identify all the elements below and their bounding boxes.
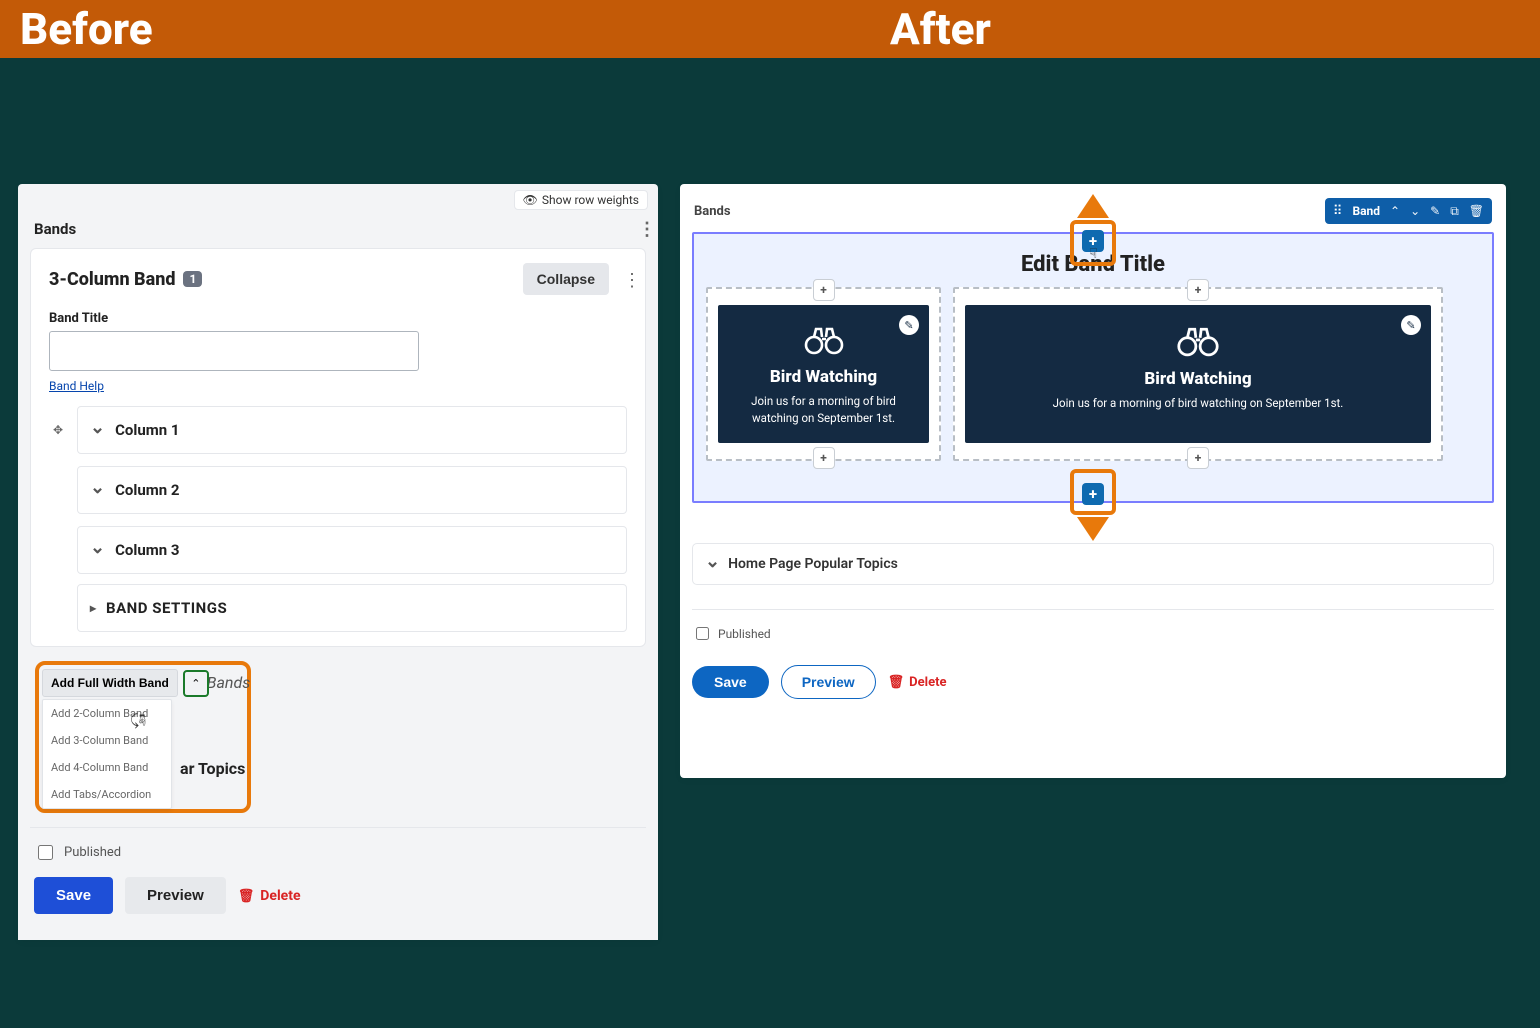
band-count-badge: 1 (183, 271, 202, 287)
header-before-label: Before (0, 3, 770, 55)
cursor-pointer-icon: ☟ (1089, 246, 1098, 262)
callout-arrow-down-icon (1077, 517, 1109, 541)
band-toolbar: Band ⌃ ⌄ ✎ ⧉ 🗑 (1325, 198, 1492, 224)
save-button[interactable]: Save (692, 666, 769, 698)
band-toolbar-label: Band (1352, 204, 1380, 218)
band-card: 3-Column Band 1 Collapse Band Title Band… (30, 248, 646, 647)
trash-icon (888, 675, 905, 690)
content-card[interactable]: ✎ Bird Watching Join us for a morning of… (718, 305, 929, 443)
divider (30, 827, 646, 828)
comparison-header: Before After (0, 0, 1540, 58)
add-dropdown-toggle[interactable]: ⌃ (183, 670, 209, 697)
published-label: Published (64, 845, 121, 860)
band-editor-frame: + ☟ Edit Band Title + ✎ Bird Watching Jo… (692, 232, 1494, 503)
chevron-down-icon (705, 554, 720, 575)
column-2-label: Column 2 (115, 481, 179, 499)
band-title-input[interactable] (49, 331, 419, 371)
bands-section-label: Bands (694, 204, 731, 219)
add-full-width-band-button[interactable]: Add Full Width Band (42, 669, 178, 697)
edit-pencil-icon[interactable]: ✎ (899, 315, 919, 335)
duplicate-icon[interactable]: ⧉ (1450, 204, 1459, 219)
add-content-top-button[interactable]: + (813, 279, 835, 301)
dropdown-opt-2col[interactable]: Add 2-Column Band (43, 700, 171, 727)
chevron-up-icon[interactable]: ⌃ (1390, 204, 1400, 218)
drag-grip-icon[interactable] (1333, 204, 1343, 219)
delete-link[interactable]: Delete (238, 888, 301, 904)
card-subtitle: Join us for a morning of bird watching o… (975, 395, 1421, 412)
header-after-label: After (770, 3, 1540, 55)
preview-button[interactable]: Preview (125, 877, 226, 914)
bands-section-label: Bands (34, 220, 76, 238)
delete-label: Delete (909, 675, 946, 690)
chevron-down-icon (90, 480, 105, 501)
content-card[interactable]: ✎ Bird Watching Join us for a morning of… (965, 305, 1431, 443)
published-checkbox-row[interactable]: Published (692, 624, 1494, 643)
save-button[interactable]: Save (34, 877, 113, 914)
dropdown-opt-4col[interactable]: Add 4-Column Band (43, 754, 171, 781)
published-checkbox[interactable] (696, 627, 709, 640)
chevron-up-icon: ⌃ (191, 677, 200, 690)
column-2-toggle[interactable]: Column 2 (77, 466, 627, 514)
card-title: Bird Watching (728, 367, 919, 387)
eye-icon: 👁 (523, 193, 538, 207)
delete-trash-icon[interactable]: 🗑 (1469, 204, 1484, 218)
after-panel: Bands Band ⌃ ⌄ ✎ ⧉ 🗑 + ☟ Edit Band Title… (680, 184, 1506, 778)
column-1-toggle[interactable]: Column 1 (77, 406, 627, 454)
column-1-label: Column 1 (115, 421, 179, 439)
home-page-popular-topics-toggle[interactable]: Home Page Popular Topics (692, 543, 1494, 585)
band-kebab-icon[interactable] (623, 271, 627, 287)
topics-label: Home Page Popular Topics (728, 556, 898, 572)
bands-kebab-icon[interactable] (638, 221, 642, 237)
column-slot-1[interactable]: + ✎ Bird Watching Join us for a morning … (706, 287, 941, 461)
add-content-bottom-button[interactable]: + (813, 447, 835, 469)
trash-icon (238, 888, 255, 904)
edit-pencil-icon[interactable]: ✎ (1401, 315, 1421, 335)
published-checkbox-row[interactable]: Published (30, 842, 646, 863)
chevron-down-icon[interactable]: ⌄ (1410, 204, 1420, 218)
callout-arrow-up-icon (1077, 194, 1109, 218)
card-title: Bird Watching (975, 369, 1421, 389)
card-subtitle: Join us for a morning of bird watching o… (744, 393, 904, 426)
cursor-pointer-icon: ⤹☟ (130, 711, 146, 729)
dropdown-opt-tabs[interactable]: Add Tabs/Accordion (43, 781, 171, 808)
add-band-bottom-button[interactable]: + (1082, 483, 1104, 505)
band-settings-toggle[interactable]: BAND SETTINGS (77, 584, 627, 632)
chevron-down-icon (90, 540, 105, 561)
column-slot-2[interactable]: + ✎ Bird Watching Join us for a morning … (953, 287, 1443, 461)
binoculars-icon (803, 325, 845, 355)
divider (692, 609, 1494, 610)
add-content-bottom-button[interactable]: + (1187, 447, 1209, 469)
delete-label: Delete (260, 888, 300, 904)
column-3-label: Column 3 (115, 541, 179, 559)
before-panel: 👁 Show row weights Bands 3-Column Band 1… (18, 184, 658, 940)
published-label: Published (718, 627, 771, 641)
band-title-field-label: Band Title (49, 311, 627, 326)
edit-pencil-icon[interactable]: ✎ (1430, 204, 1440, 218)
preview-button[interactable]: Preview (781, 665, 876, 699)
band-settings-label: BAND SETTINGS (106, 599, 227, 617)
show-row-weights-button[interactable]: 👁 Show row weights (514, 190, 648, 210)
add-content-top-button[interactable]: + (1187, 279, 1209, 301)
band-card-title: 3-Column Band (49, 269, 175, 290)
dropdown-opt-3col[interactable]: Add 3-Column Band (43, 727, 171, 754)
published-checkbox[interactable] (38, 845, 53, 860)
binoculars-icon (1175, 325, 1221, 357)
show-row-weights-label: Show row weights (542, 193, 639, 207)
delete-link[interactable]: Delete (888, 675, 947, 690)
add-band-dropdown: Add 2-Column Band Add 3-Column Band Add … (42, 699, 172, 809)
chevron-down-icon (90, 420, 105, 441)
chevron-right-icon (90, 601, 96, 615)
column-3-toggle[interactable]: Column 3 (77, 526, 627, 574)
drag-handle-icon[interactable]: ✥ (49, 423, 67, 437)
band-help-link[interactable]: Band Help (49, 379, 104, 393)
collapse-button[interactable]: Collapse (523, 263, 609, 295)
